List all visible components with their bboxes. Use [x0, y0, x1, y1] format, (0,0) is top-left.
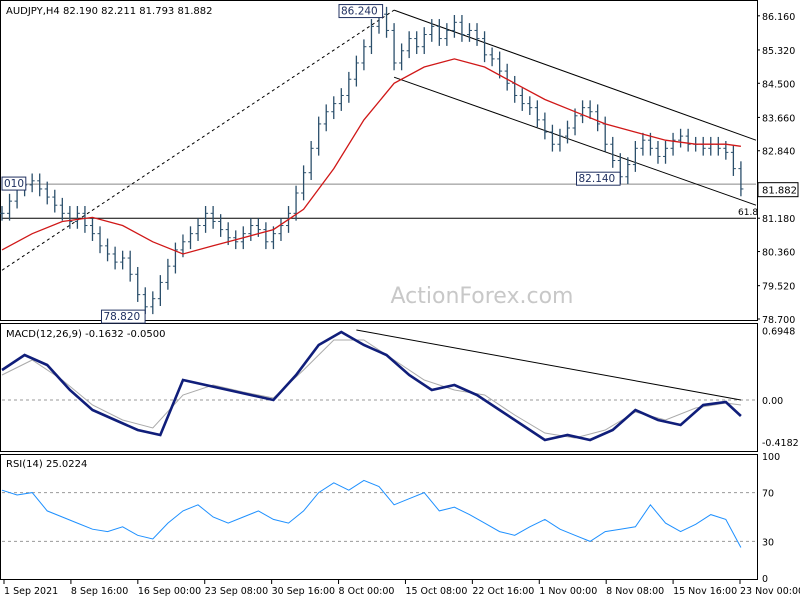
x-tick-label: 23 Sep 08:00: [205, 586, 268, 597]
macd-panel-frame: [0, 323, 758, 452]
price-label: 010: [4, 178, 24, 190]
rsi-y-tick-label: 0: [762, 574, 768, 585]
x-tick-label: 1 Sep 2021: [4, 586, 58, 597]
x-tick-label: 8 Sep 16:00: [71, 586, 128, 597]
macd-y-tick-label: 0.6948: [762, 327, 795, 338]
price-label: 86.240: [341, 6, 378, 18]
fib-level-label: 61.8: [738, 208, 758, 218]
y-tick-label: 82.840: [762, 147, 795, 158]
y-tick-label: 80.360: [762, 248, 795, 259]
y-tick-label: 84.500: [762, 79, 795, 90]
x-tick-label: 15 Nov 16:00: [673, 586, 737, 597]
y-tick-label: 81.180: [762, 214, 795, 225]
x-tick-label: 22 Oct 16:00: [472, 586, 534, 597]
macd-panel-title: MACD(12,26,9) -0.1632 -0.0500: [6, 329, 166, 340]
macd-y-tick-label: 0.00: [762, 396, 783, 407]
current-price-label: 81.882: [762, 186, 797, 197]
x-axis: 1 Sep 2021 8 Sep 16:00 16 Sep 00:00 23 Sep …: [3, 580, 800, 597]
x-tick-label: 8 Nov 08:00: [606, 586, 664, 597]
price-label: 78.820: [103, 311, 140, 323]
rsi-panel-frame: [0, 454, 758, 580]
y-tick-label: 79.520: [762, 282, 795, 293]
x-tick-label: 15 Oct 08:00: [405, 586, 467, 597]
x-tick-label: 8 Oct 00:00: [339, 586, 395, 597]
rsi-y-tick-label: 70: [762, 489, 774, 500]
y-tick-label: 86.160: [762, 12, 795, 23]
x-tick-label: 23 Nov 00:00: [740, 586, 800, 597]
watermark: ActionForex.com: [391, 284, 574, 309]
price-panel-frame: [0, 0, 758, 321]
rsi-y-tick-label: 30: [762, 537, 774, 548]
y-tick-label: 85.320: [762, 46, 795, 57]
macd-y-tick-label: -0.4182: [762, 438, 799, 449]
price-label: 82.140: [579, 173, 616, 185]
rsi-panel-title: RSI(14) 25.0224: [6, 459, 87, 470]
price-panel-title: AUDJPY,H4 82.190 82.211 81.793 81.882: [6, 6, 212, 17]
x-tick-label: 16 Sep 00:00: [138, 586, 201, 597]
x-tick-label: 1 Nov 00:00: [539, 586, 597, 597]
rsi-y-tick-label: 100: [762, 452, 780, 463]
chart: ActionForex.com 86.240 78.820 82.140 010 61.…: [0, 0, 800, 597]
y-tick-label: 83.660: [762, 113, 795, 124]
y-tick-label: 78.700: [762, 315, 795, 326]
x-tick-label: 30 Sep 16:00: [272, 586, 335, 597]
